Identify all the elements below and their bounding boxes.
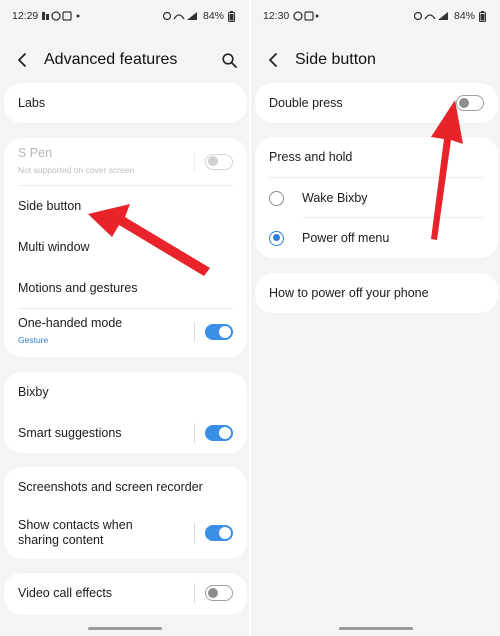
one-handed-mode-label: One-handed mode (18, 316, 123, 330)
page-title: Advanced features (44, 51, 178, 68)
vertical-divider (194, 322, 195, 342)
smart-suggestions-toggle[interactable] (205, 425, 233, 441)
system-icons (413, 11, 450, 21)
one-handed-mode-item[interactable]: One-handed mode Gesture (18, 309, 233, 355)
double-press-item[interactable]: Double press (269, 83, 484, 123)
press-and-hold-card: Press and hold Wake Bixby Power off menu (255, 137, 498, 258)
bixby-card: Bixby Smart suggestions (4, 372, 247, 453)
back-button[interactable] (251, 40, 295, 80)
battery-percentage: 84% (453, 10, 475, 22)
features-card: S Pen Not supported on cover screen Side… (4, 138, 247, 357)
one-handed-mode-toggle[interactable] (205, 324, 233, 340)
vertical-divider (194, 423, 195, 443)
vertical-divider (194, 151, 195, 172)
screenshots-recorder-item[interactable]: Screenshots and screen recorder (18, 467, 233, 507)
status-bar: 12:30 84% (251, 0, 500, 32)
back-arrow-icon (18, 53, 26, 67)
search-icon (221, 52, 237, 68)
labs-item[interactable]: Labs (18, 83, 233, 123)
one-handed-mode-subtitle: Gesture (18, 335, 49, 345)
home-indicator (338, 627, 413, 630)
how-to-power-off-link[interactable]: How to power off your phone (269, 273, 484, 313)
advanced-features-screen: 12:29 84% Advanced features Labs S Pen N… (0, 0, 249, 636)
wake-bixby-label: Wake Bixby (302, 190, 368, 205)
press-and-hold-label: Press and hold (269, 149, 353, 164)
s-pen-subtitle: Not supported on cover screen (18, 164, 135, 175)
smart-suggestions-item[interactable]: Smart suggestions (18, 413, 233, 453)
search-button[interactable] (209, 40, 249, 80)
status-time: 12:29 (12, 10, 39, 22)
notification-icons (42, 11, 82, 21)
vertical-divider (194, 523, 195, 543)
motions-gestures-item[interactable]: Motions and gestures (18, 268, 233, 308)
power-off-menu-label: Power off menu (302, 230, 390, 245)
how-to-card: How to power off your phone (255, 273, 498, 313)
wake-bixby-option[interactable]: Wake Bixby (269, 178, 484, 218)
s-pen-toggle (205, 153, 233, 170)
wake-bixby-radio[interactable] (269, 190, 284, 206)
vertical-divider (194, 583, 195, 603)
power-off-menu-option[interactable]: Power off menu (269, 218, 484, 258)
notification-icons (293, 11, 319, 21)
battery-icon (479, 10, 486, 22)
app-bar: Advanced features (0, 40, 249, 80)
video-call-effects-item[interactable]: Video call effects (18, 573, 233, 613)
press-and-hold-header: Press and hold (269, 137, 484, 177)
back-arrow-icon (269, 53, 277, 67)
app-bar: Side button (251, 40, 500, 80)
s-pen-label: S Pen (18, 145, 53, 160)
system-icons (162, 11, 199, 21)
back-button[interactable] (0, 40, 44, 80)
status-bar: 12:29 84% (0, 0, 249, 32)
show-contacts-label: Show contacts when sharing content (18, 518, 133, 547)
page-title: Side button (295, 51, 376, 68)
side-button-label: Side button (18, 198, 82, 213)
labs-label: Labs (18, 95, 46, 110)
bixby-label: Bixby (18, 384, 49, 399)
side-button-item[interactable]: Side button (18, 186, 233, 226)
video-call-card: Video call effects (4, 573, 247, 615)
screenshots-recorder-label: Screenshots and screen recorder (18, 479, 203, 494)
double-press-toggle[interactable] (456, 95, 484, 111)
video-call-effects-toggle[interactable] (205, 585, 233, 601)
status-time: 12:30 (263, 10, 290, 22)
show-contacts-item[interactable]: Show contacts when sharing content (18, 508, 233, 558)
side-button-screen: 12:30 84% Side button Double press Press… (251, 0, 500, 636)
home-indicator (87, 627, 162, 630)
double-press-card: Double press (255, 83, 498, 123)
how-to-power-off-label: How to power off your phone (269, 285, 429, 300)
double-press-label: Double press (269, 95, 343, 110)
video-call-effects-label: Video call effects (18, 585, 113, 600)
battery-icon (228, 10, 235, 22)
motions-gestures-label: Motions and gestures (18, 280, 138, 295)
power-off-menu-radio[interactable] (269, 230, 284, 246)
labs-card: Labs (4, 83, 247, 123)
multi-window-label: Multi window (18, 239, 90, 254)
sharing-card: Screenshots and screen recorder Show con… (4, 467, 247, 559)
multi-window-item[interactable]: Multi window (18, 227, 233, 267)
s-pen-item: S Pen Not supported on cover screen (18, 138, 233, 185)
smart-suggestions-label: Smart suggestions (18, 425, 122, 440)
show-contacts-toggle[interactable] (205, 525, 233, 541)
bixby-item[interactable]: Bixby (18, 372, 233, 412)
battery-percentage: 84% (202, 10, 224, 22)
